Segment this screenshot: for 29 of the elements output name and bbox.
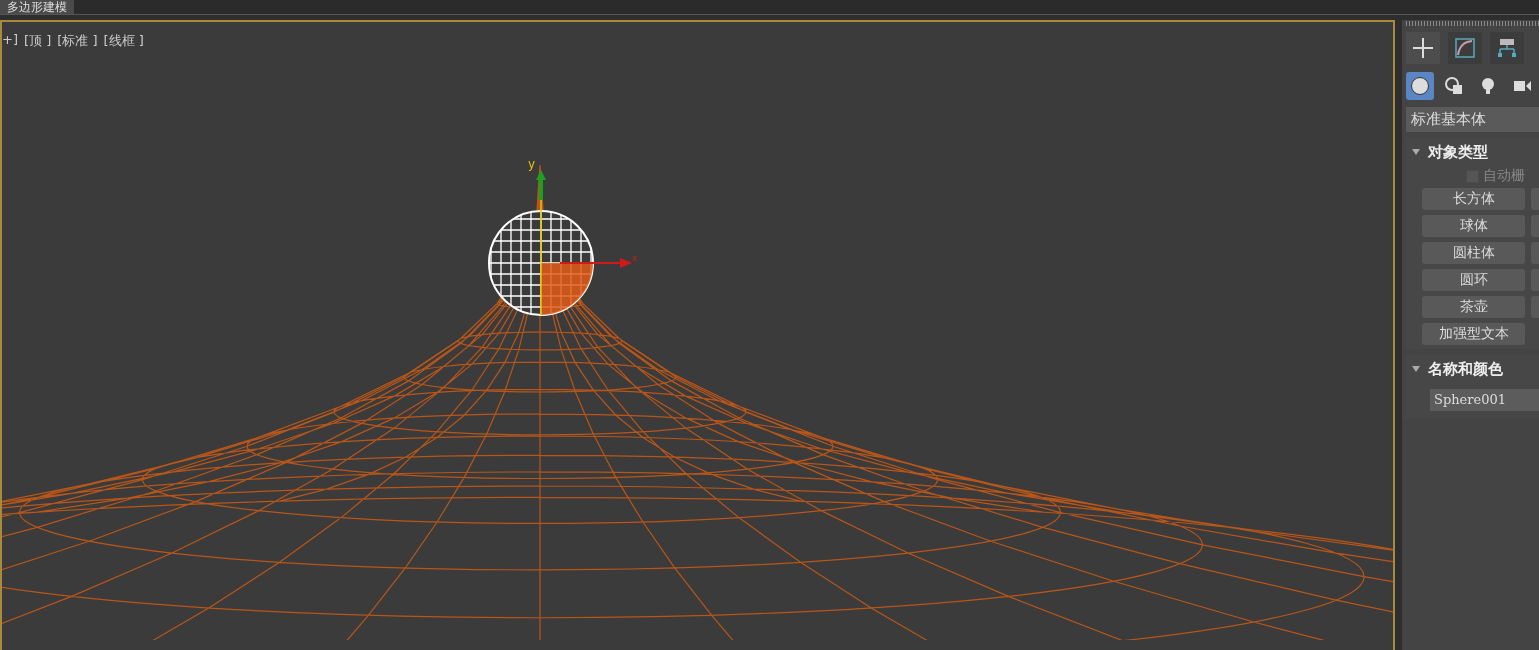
category-dropdown[interactable]: 标准基本体 xyxy=(1406,107,1539,132)
primitive-button[interactable]: 加强型文本 xyxy=(1422,323,1525,345)
viewport-label[interactable]: [顶 ] xyxy=(23,32,52,50)
primitive-button[interactable]: 长方体 xyxy=(1422,188,1525,210)
primitive-button[interactable]: 圆柱体 xyxy=(1422,242,1525,264)
create-tab[interactable] xyxy=(1406,32,1440,64)
modify-tab[interactable] xyxy=(1448,32,1482,64)
plus-icon xyxy=(1412,37,1434,59)
panel-grip[interactable] xyxy=(1406,21,1539,26)
primitive-button[interactable]: 茶壶 xyxy=(1422,296,1525,318)
viewport[interactable]: +] [顶 ] [标准 ] [线框 ] y x xyxy=(0,20,1395,650)
curve-frame-icon xyxy=(1454,37,1476,59)
viewport-label[interactable]: [线框 ] xyxy=(103,32,144,50)
hierarchy-tab[interactable] xyxy=(1490,32,1524,64)
name-field[interactable]: Sphere001 xyxy=(1430,389,1539,411)
hierarchy-icon xyxy=(1496,37,1518,59)
axis-label: x xyxy=(632,253,638,263)
geometry-category-button[interactable] xyxy=(1406,72,1434,100)
viewport-label[interactable]: [标准 ] xyxy=(57,32,98,50)
rollout-header[interactable]: 名称和颜色 xyxy=(1406,355,1539,383)
primitive-button[interactable]: 圆环 xyxy=(1422,269,1525,291)
checkbox-label: 自动栅 xyxy=(1483,167,1525,185)
viewport-label[interactable]: +] xyxy=(2,32,18,50)
ribbon-tab[interactable]: 多边形建模 xyxy=(0,0,74,14)
rollout-header[interactable]: 对象类型 xyxy=(1406,138,1539,166)
shapes-icon xyxy=(1444,76,1464,96)
sphere-icon xyxy=(1410,76,1430,96)
axis-label: y xyxy=(528,157,536,171)
primitive-button[interactable]: 球体 xyxy=(1422,215,1525,237)
